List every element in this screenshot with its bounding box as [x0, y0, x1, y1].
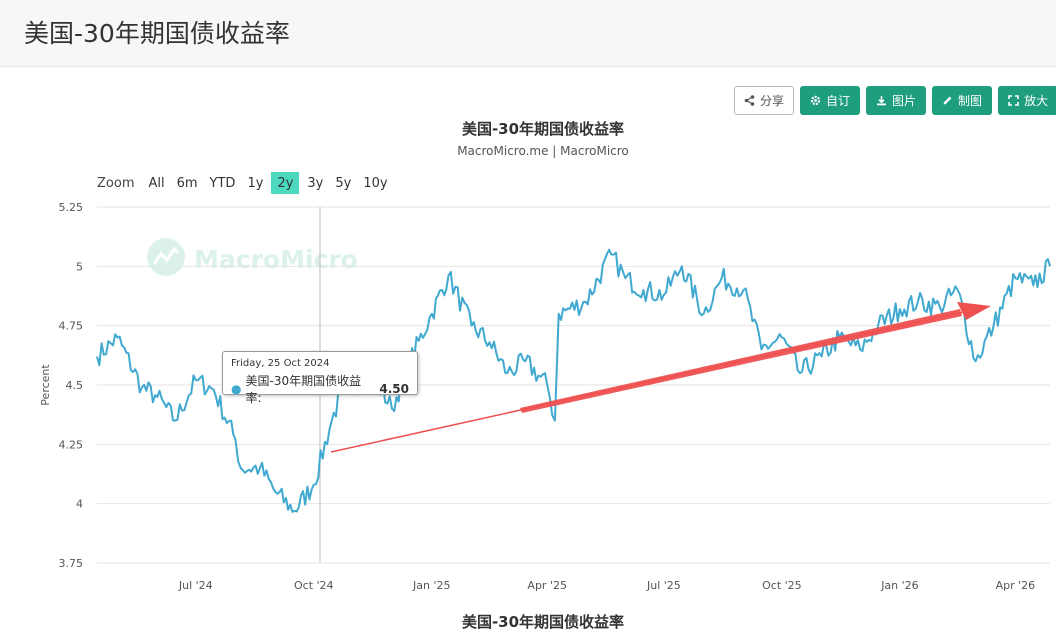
x-axis-ticks: Jul '24 Oct '24 Jan '25 Apr '25 Jul '25 Oct '…	[178, 579, 1035, 592]
line-chart: 5.25 5 4.75 4.5 4.25 4 3.75 Jul '24 Oct '24 Jan …	[39, 201, 1051, 592]
series-dot-icon: ●	[231, 382, 242, 396]
trend-arrow-head	[957, 302, 991, 320]
x-tick-label: Jan '25	[412, 579, 450, 592]
trend-arrow-shaft	[520, 309, 962, 413]
x-tick-label: Jan '26	[880, 579, 918, 592]
y-tick-label: 5	[76, 260, 83, 273]
chart-tooltip: Friday, 25 Oct 2024 ● 美国-30年期国债收益率: 4.50	[222, 351, 418, 405]
trend-arrow	[330, 302, 991, 453]
x-tick-label: Oct '25	[762, 579, 802, 592]
x-tick-label: Oct '24	[294, 579, 334, 592]
y-axis-ticks: 5.25 5 4.75 4.5 4.25 4 3.75	[59, 201, 84, 570]
y-tick-label: 5.25	[59, 201, 84, 214]
x-tick-label: Apr '25	[527, 579, 567, 592]
x-tick-label: Apr '26	[996, 579, 1036, 592]
bottom-chart-title: 美国-30年期国债收益率	[461, 613, 625, 631]
y-tick-label: 4	[76, 498, 83, 511]
tooltip-value: 4.50	[379, 382, 409, 396]
y-tick-label: 4.75	[59, 320, 84, 333]
tooltip-date: Friday, 25 Oct 2024	[231, 358, 330, 369]
tooltip-series-name: 美国-30年期国债收益率:	[245, 374, 362, 405]
y-tick-label: 3.75	[59, 557, 84, 570]
y-axis-title: Percent	[39, 364, 52, 406]
y-tick-label: 4.5	[66, 379, 84, 392]
x-tick-label: Jul '24	[178, 579, 213, 592]
y-tick-label: 4.25	[59, 438, 84, 451]
x-tick-label: Jul '25	[646, 579, 681, 592]
